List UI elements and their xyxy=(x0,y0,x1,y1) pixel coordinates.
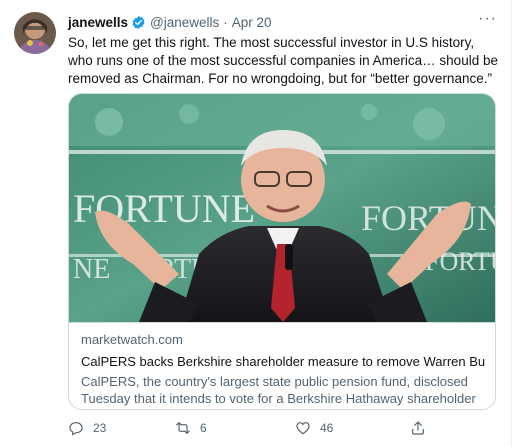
link-card[interactable]: FORTUNE FORTUNE NE FORTUNE RTUNE xyxy=(68,93,496,410)
retweet-count: 6 xyxy=(200,421,207,435)
reply-button[interactable]: 23 xyxy=(68,420,106,436)
banner-word: NE xyxy=(73,254,110,285)
reply-count: 23 xyxy=(93,421,107,435)
card-domain: marketwatch.com xyxy=(81,332,183,347)
reply-icon xyxy=(69,422,83,436)
retweet-button[interactable]: 6 xyxy=(175,420,207,436)
retweet-icon xyxy=(176,422,190,434)
card-description: CalPERS, the country's largest state pub… xyxy=(81,374,476,409)
share-icon xyxy=(412,421,424,435)
verified-badge-icon xyxy=(131,15,146,30)
card-meta[interactable]: marketwatch.com CalPERS backs Berkshire … xyxy=(69,322,495,409)
tweet-text: So, let me get this right. The most succ… xyxy=(68,35,498,86)
tweet[interactable]: janewells @janewells · Apr 20 ··· So, le… xyxy=(0,0,512,447)
card-image[interactable]: FORTUNE FORTUNE NE FORTUNE RTUNE xyxy=(69,94,495,322)
heart-icon xyxy=(296,422,310,435)
avatar[interactable] xyxy=(14,12,56,54)
like-button[interactable]: 46 xyxy=(295,420,333,436)
tweet-header: janewells @janewells · Apr 20 ··· xyxy=(68,10,497,32)
more-options-icon[interactable]: ··· xyxy=(478,10,497,28)
like-count: 46 xyxy=(320,421,334,435)
tweet-date[interactable]: Apr 20 xyxy=(232,15,272,30)
tweet-actions: 23 6 46 xyxy=(68,420,498,440)
card-title[interactable]: CalPERS backs Berkshire shareholder meas… xyxy=(81,353,485,371)
handle[interactable]: @janewells xyxy=(150,15,219,30)
share-button[interactable] xyxy=(410,420,435,436)
display-name[interactable]: janewells xyxy=(68,15,128,30)
separator-dot: · xyxy=(223,14,228,30)
